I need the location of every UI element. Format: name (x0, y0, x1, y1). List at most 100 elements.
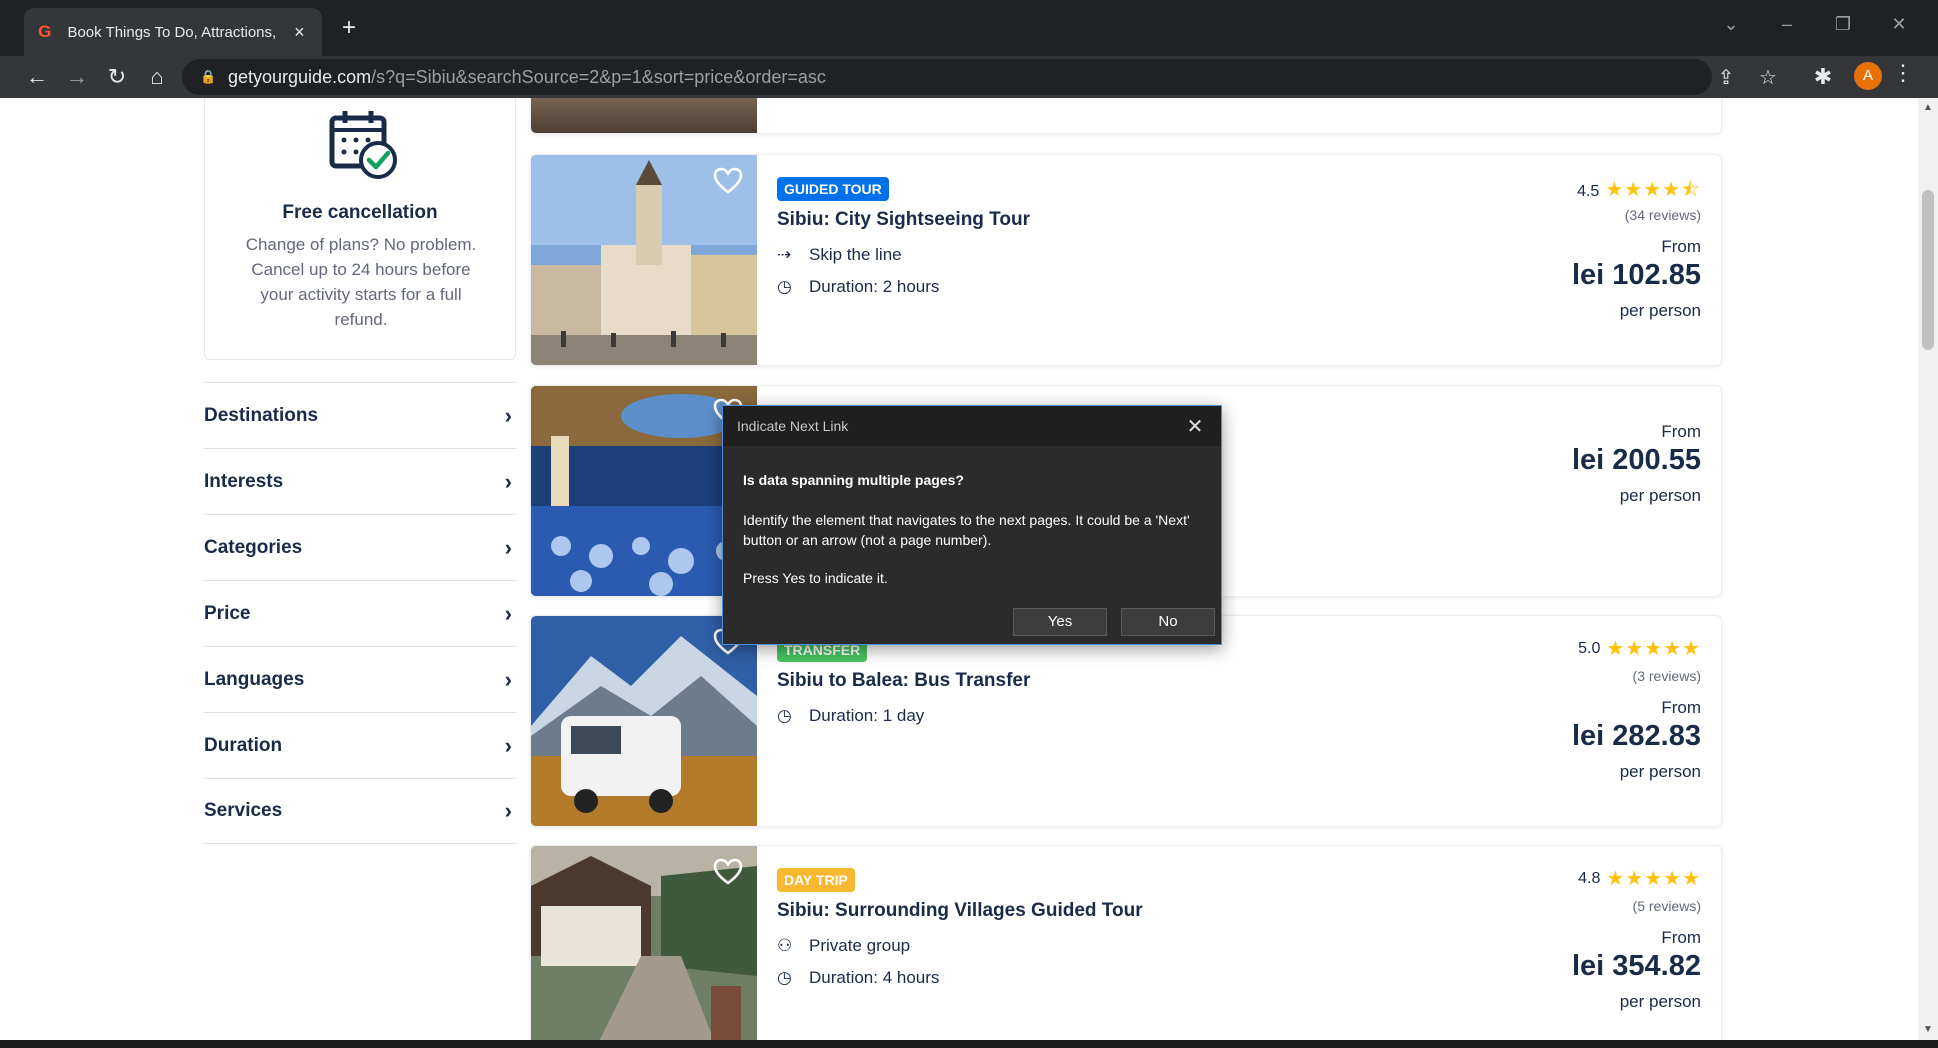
price-per-label: per person (1619, 486, 1701, 505)
free-cancellation-text: Change of plans? No problem. Cancel up t… (245, 235, 477, 329)
profile-avatar[interactable]: A (1854, 62, 1882, 90)
back-icon[interactable]: ← (22, 62, 52, 92)
price-value: lei 282.83 (1572, 720, 1701, 752)
getyourguide-favicon-icon: G (38, 22, 52, 41)
tab-search-icon[interactable]: ⌄ (1716, 14, 1746, 35)
feature-private-group: ⚇ Private group (777, 936, 910, 956)
address-bar[interactable]: 🔒 getyourguide.com/s?q=Sibiu&searchSourc… (182, 59, 1777, 95)
filter-label: Languages (204, 668, 305, 690)
forward-icon[interactable]: → (62, 62, 92, 92)
price-from-label: From (1661, 422, 1701, 441)
activity-title[interactable]: Sibiu to Balea: Bus Transfer (777, 670, 1030, 692)
feature-skip-line: ⇢ Skip the line (777, 245, 902, 265)
reload-icon[interactable]: ↻ (102, 62, 132, 92)
browser-tabbar: G Book Things To Do, Attractions, a × + … (0, 0, 1938, 56)
filter-duration[interactable]: Duration › (204, 712, 516, 778)
browser-toolbar: ← → ↻ ⌂ 🔒 getyourguide.com/s?q=Sibiu&sea… (0, 56, 1938, 98)
chevron-right-icon: › (504, 402, 512, 428)
browser-menu-icon[interactable]: ⋮ (1892, 60, 1914, 86)
clock-icon: ◷ (777, 968, 792, 987)
wishlist-heart-icon[interactable] (713, 167, 743, 195)
clock-icon: ◷ (777, 277, 792, 296)
review-count[interactable]: (3 reviews) (1633, 668, 1701, 684)
group-icon: ⚇ (777, 936, 793, 955)
filter-label: Duration (204, 734, 283, 756)
chevron-right-icon: › (504, 468, 512, 494)
indicate-next-link-dialog: Indicate Next Link ✕ Is data spanning mu… (722, 405, 1222, 645)
feature-duration: ◷ Duration: 4 hours (777, 968, 939, 988)
restore-icon[interactable]: ❐ (1828, 14, 1858, 35)
filter-label: Categories (204, 536, 303, 558)
rating-value: 5.0 (1578, 639, 1601, 657)
activity-card-previous[interactable] (530, 98, 1722, 134)
no-button[interactable]: No (1121, 608, 1215, 636)
dialog-body: Identify the element that navigates to t… (743, 512, 1190, 548)
feature-text: Skip the line (809, 245, 902, 264)
feature-duration: ◷ Duration: 2 hours (777, 277, 939, 297)
scroll-thumb[interactable] (1922, 190, 1934, 350)
yes-button[interactable]: Yes (1013, 608, 1107, 636)
price-value: lei 102.85 (1572, 259, 1701, 291)
feature-text: Private group (809, 936, 911, 955)
scroll-down-icon[interactable]: ▼ (1922, 1024, 1934, 1035)
price-from-label: From (1661, 698, 1701, 717)
dialog-question: Is data spanning multiple pages? (743, 472, 964, 488)
activity-image[interactable] (531, 98, 757, 133)
rating: 4.8 ★★★★★ (1578, 866, 1701, 891)
taskbar (0, 1040, 1938, 1048)
feature-text: Duration: 1 day (809, 706, 925, 725)
page-scrollbar[interactable]: ▲ ▼ (1918, 98, 1938, 1040)
tab-title: Book Things To Do, Attractions, a (67, 23, 281, 41)
rating-stars: ★★★★★ (1606, 638, 1701, 660)
filter-label: Price (204, 602, 251, 624)
scroll-up-icon[interactable]: ▲ (1922, 102, 1934, 113)
share-icon[interactable]: ⇪ (1712, 65, 1740, 90)
filter-list: Destinations › Interests › Categories › Pri… (204, 382, 516, 844)
price-value: lei 354.82 (1572, 950, 1701, 982)
activity-title[interactable]: Sibiu: City Sightseeing Tour (777, 209, 1030, 231)
rating-value: 4.5 (1577, 183, 1600, 200)
feature-text: Duration: 4 hours (809, 968, 940, 987)
chevron-right-icon: › (504, 534, 512, 560)
activity-card[interactable]: DAY TRIP Sibiu: Surrounding Villages Gui… (530, 845, 1722, 1040)
tab-close-icon[interactable]: × (289, 22, 310, 43)
chevron-right-icon: › (504, 732, 512, 758)
activity-card[interactable]: GUIDED TOUR Sibiu: City Sightseeing Tour… (530, 154, 1722, 366)
dialog-title: Indicate Next Link (737, 418, 849, 434)
chevron-right-icon: › (504, 600, 512, 626)
bookmark-star-icon[interactable]: ☆ (1754, 65, 1782, 90)
dialog-titlebar[interactable]: Indicate Next Link ✕ (723, 406, 1221, 446)
url-path: /s?q=Sibiu&searchSource=2&p=1&sort=price… (371, 66, 826, 87)
lock-icon[interactable]: 🔒 (200, 69, 216, 85)
price-per-label: per person (1619, 992, 1701, 1011)
category-badge: GUIDED TOUR (777, 177, 889, 201)
screen: G Book Things To Do, Attractions, a × + … (0, 0, 1938, 1048)
new-tab-icon[interactable]: + (334, 14, 364, 42)
dialog-instruction: Press Yes to indicate it. (743, 570, 888, 586)
wishlist-heart-icon[interactable] (713, 858, 743, 886)
filter-languages[interactable]: Languages › (204, 646, 516, 712)
filter-categories[interactable]: Categories › (204, 514, 516, 580)
price-per-label: per person (1619, 762, 1701, 781)
dialog-close-icon[interactable]: ✕ (1183, 414, 1207, 439)
clock-icon: ◷ (777, 706, 792, 725)
review-count[interactable]: (34 reviews) (1625, 207, 1701, 223)
filter-services[interactable]: Services › (204, 778, 516, 844)
activity-card[interactable]: TRANSFER Sibiu to Balea: Bus Transfer ◷ D… (530, 615, 1722, 827)
review-count[interactable]: (5 reviews) (1633, 898, 1701, 914)
feature-duration: ◷ Duration: 1 day (777, 706, 924, 726)
free-cancellation-title: Free cancellation (282, 202, 438, 223)
rating-stars: ★★★★★ (1606, 868, 1701, 890)
filter-destinations[interactable]: Destinations › (204, 382, 516, 448)
chevron-right-icon: › (504, 666, 512, 692)
extensions-icon[interactable]: ✱ (1808, 62, 1838, 92)
rating: 5.0 ★★★★★ (1578, 636, 1701, 661)
browser-tab[interactable]: G Book Things To Do, Attractions, a × (24, 8, 322, 56)
minimize-icon[interactable]: – (1772, 14, 1802, 35)
home-icon[interactable]: ⌂ (142, 62, 172, 92)
window-close-icon[interactable]: ✕ (1884, 14, 1914, 35)
filter-price[interactable]: Price › (204, 580, 516, 646)
activity-title[interactable]: Sibiu: Surrounding Villages Guided Tour (777, 900, 1143, 922)
filter-interests[interactable]: Interests › (204, 448, 516, 514)
filter-label: Services (204, 800, 283, 821)
